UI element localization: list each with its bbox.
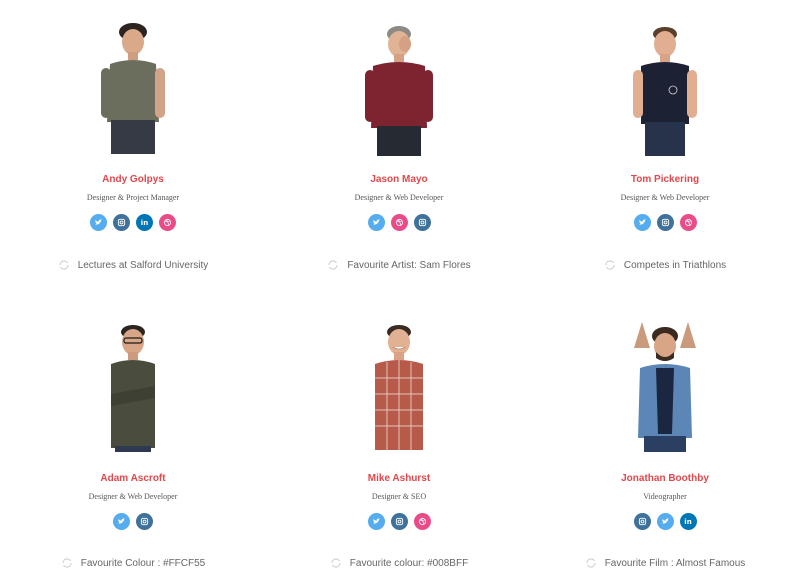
fun-fact-text: Lectures at Salford University [77,259,209,271]
instagram-icon[interactable] [413,214,431,231]
dribbble-icon[interactable] [159,214,176,231]
member-role: Designer & Web Developer [354,193,444,202]
fun-fact: Favourite Artist: Sam Flores [266,259,532,271]
refresh-icon [59,260,69,270]
fun-fact: Favourite Film : Almost Famous [532,557,798,569]
profile-photo [634,322,696,452]
fun-fact-text: Competes in Triathlons [623,259,727,271]
member-role: Videographer [643,492,687,501]
refresh-icon [586,558,596,568]
refresh-icon [605,260,615,270]
member-name: Adam Ascroft [100,473,166,484]
linkedin-icon[interactable]: in [679,513,697,530]
profile-photo [101,23,165,154]
refresh-icon [331,558,341,568]
twitter-icon[interactable] [367,513,385,530]
member-role: Designer & Web Developer [88,492,178,501]
twitter-icon[interactable] [90,214,107,231]
social-links [266,513,532,530]
dribbble-icon[interactable] [413,513,431,530]
twitter-icon[interactable] [656,513,674,530]
fun-fact-text: Favourite Colour : #FFCF55 [80,557,206,569]
member-name: Tom Pickering [630,174,700,185]
twitter-icon[interactable] [633,214,651,231]
social-links [0,513,266,530]
member-role: Designer & SEO [371,492,427,501]
refresh-icon [328,260,338,270]
fun-fact-text: Favourite colour: #008BFF [349,557,469,569]
member-role: Designer & Project Manager [86,193,180,202]
instagram-icon[interactable] [656,214,674,231]
fun-fact: Favourite colour: #008BFF [266,557,532,569]
instagram-icon[interactable] [113,214,130,231]
member-role: Designer & Web Developer [620,193,710,202]
instagram-icon[interactable] [633,513,651,530]
fun-fact-text: Favourite Artist: Sam Flores [347,259,471,271]
member-name: Jason Mayo [370,174,428,185]
linkedin-icon[interactable]: in [136,214,153,231]
social-links [532,214,798,231]
profile-photo [375,325,423,450]
fun-fact: Favourite Colour : #FFCF55 [0,557,266,569]
profile-photo [365,26,433,156]
instagram-icon[interactable] [136,513,153,530]
profile-photo [633,27,697,156]
dribbble-icon[interactable] [679,214,697,231]
instagram-icon[interactable] [390,513,408,530]
fun-fact: Lectures at Salford University [0,259,266,271]
fun-fact: Competes in Triathlons [532,259,798,271]
member-name: Jonathan Boothby [621,473,709,484]
member-name: Andy Golpys [102,174,164,185]
fun-fact-text: Favourite Film : Almost Famous [604,557,746,569]
twitter-icon[interactable] [113,513,130,530]
profile-photo [111,325,155,452]
member-name: Mike Ashurst [367,473,431,484]
twitter-icon[interactable] [367,214,385,231]
dribbble-icon[interactable] [390,214,408,231]
social-links: in [532,513,798,530]
social-links: in [0,214,266,231]
social-links [266,214,532,231]
refresh-icon [62,558,72,568]
